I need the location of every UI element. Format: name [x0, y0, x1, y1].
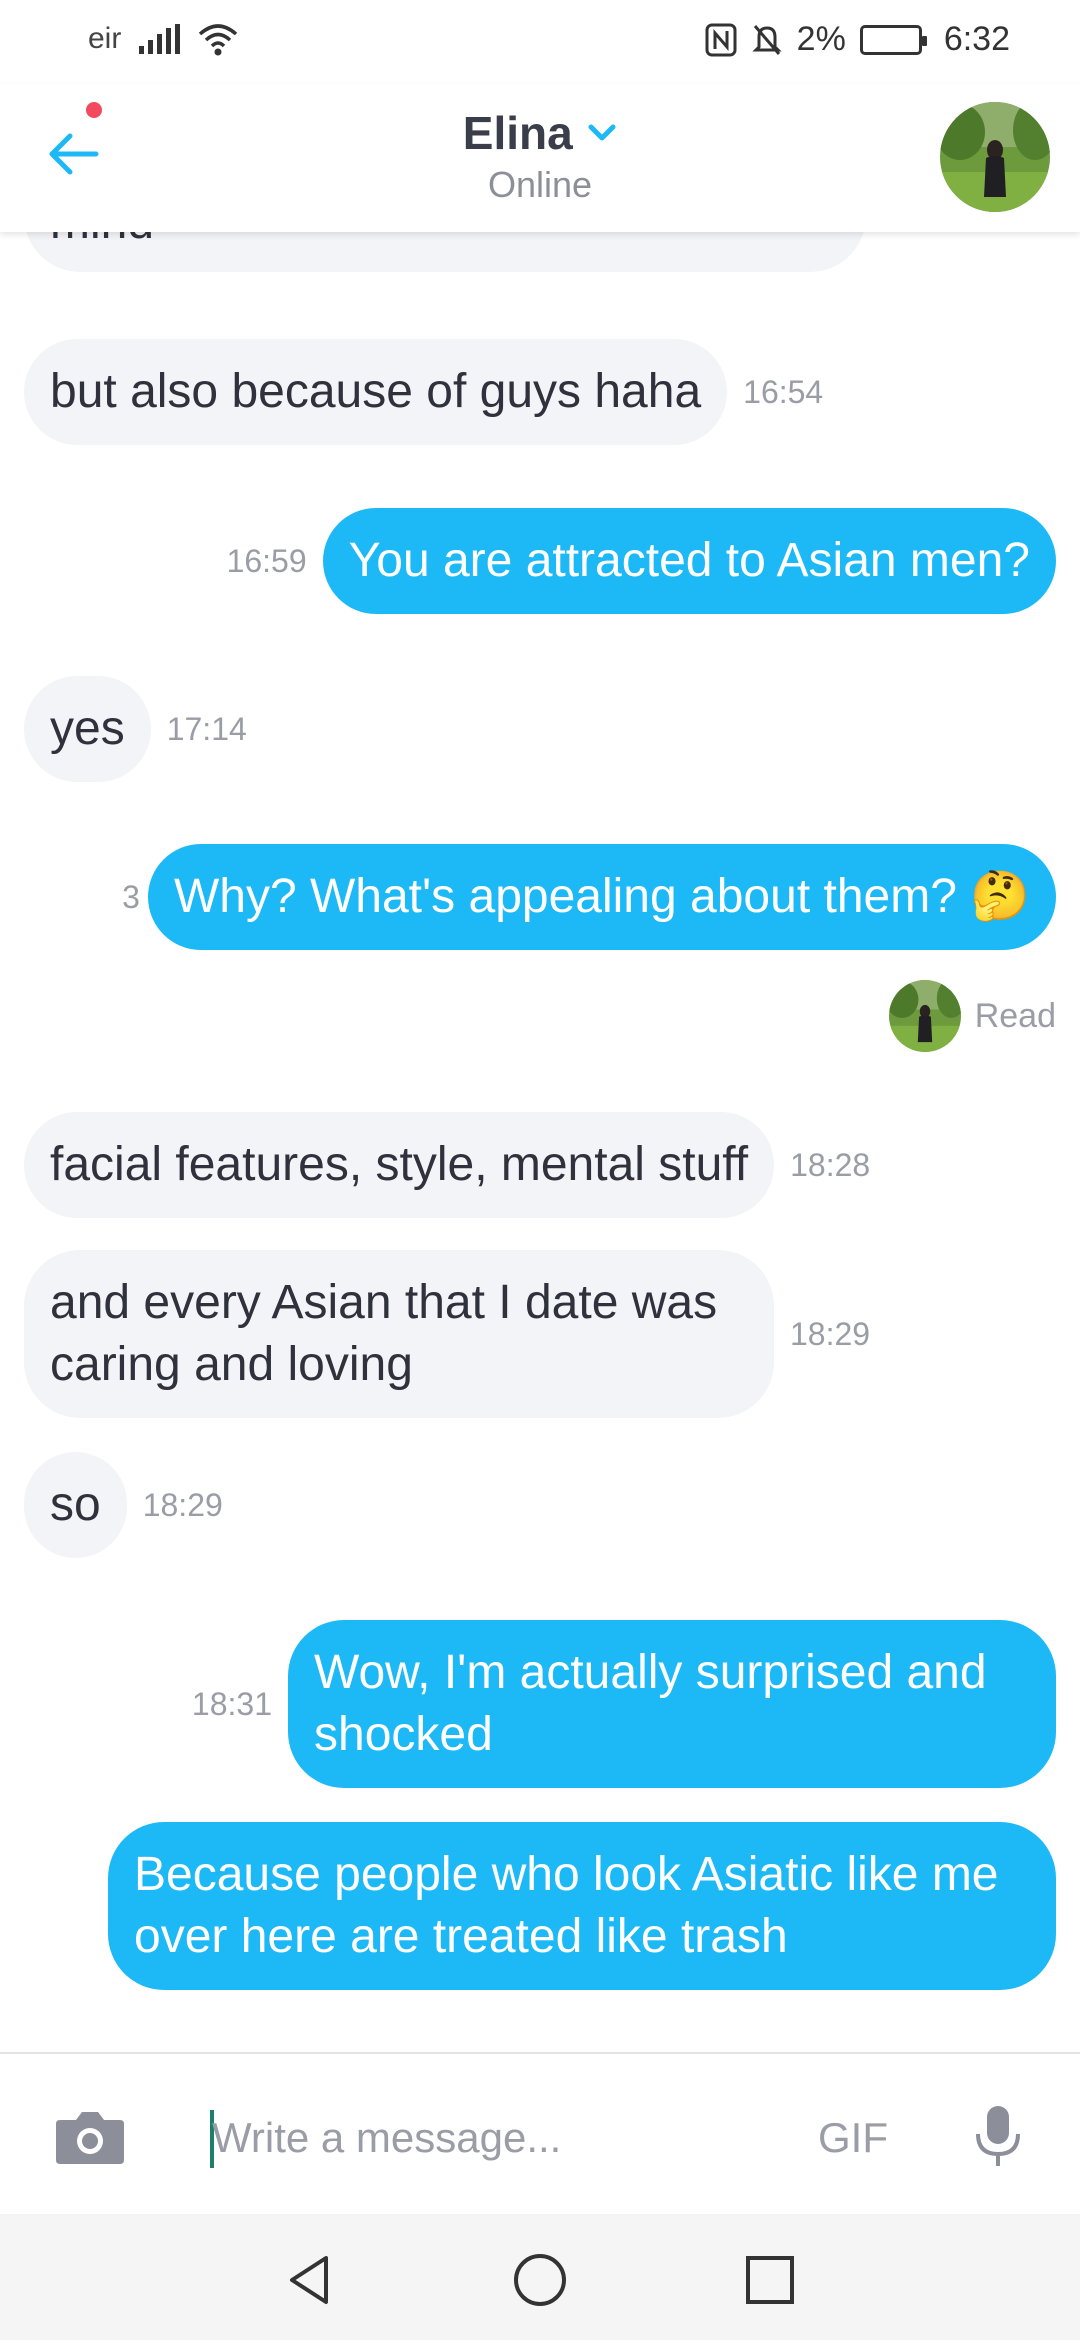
message-bubble[interactable]: Why? What's appealing about them? 🤔: [147, 844, 1056, 950]
message-bubble[interactable]: and every Asian that I date was caring a…: [24, 1250, 774, 1418]
message-outgoing: 3 Why? What's appealing about them? 🤔: [114, 844, 1056, 950]
avatar: [888, 980, 961, 1052]
battery-percent: 2%: [796, 20, 846, 58]
message-incoming: mind: [24, 232, 866, 272]
chat-header: Elina Online: [0, 84, 1080, 232]
message-text: and every Asian that I date was caring a…: [50, 1276, 718, 1391]
carrier-label: eir: [88, 22, 122, 55]
message-bubble[interactable]: so: [24, 1452, 127, 1558]
message-incoming: but also because of guys haha 16:54: [24, 339, 839, 445]
contact-name[interactable]: Elina: [463, 106, 573, 160]
chevron-down-icon[interactable]: [587, 121, 617, 145]
message-outgoing: 18:31 Wow, I'm actually surprised and sh…: [176, 1620, 1056, 1788]
message-time: 18:28: [790, 1146, 871, 1183]
clock: 6:32: [943, 20, 1010, 58]
message-list[interactable]: mind but also because of guys haha 16:54…: [0, 232, 1080, 2052]
message-bubble[interactable]: You are attracted to Asian men?: [322, 508, 1056, 614]
status-bar: eir 2% 6:32: [0, 0, 1080, 84]
wifi-icon: [199, 24, 238, 56]
message-text: Because people who look Asiatic like me …: [134, 1848, 999, 1963]
nav-back-icon[interactable]: [282, 2252, 338, 2308]
message-text: but also because of guys haha: [50, 365, 702, 418]
message-text: mind: [50, 232, 154, 249]
message-time: 18:29: [790, 1315, 871, 1352]
read-label: Read: [974, 996, 1056, 1035]
message-time: 18:31: [191, 1685, 272, 1722]
message-incoming: yes 17:14: [24, 676, 263, 782]
microphone-icon[interactable]: [972, 2104, 1024, 2170]
message-bubble[interactable]: Because people who look Asiatic like me …: [108, 1822, 1056, 1990]
message-time: 3: [122, 878, 140, 915]
message-text: yes: [50, 702, 125, 755]
status-left: eir: [88, 22, 238, 56]
contact-status: Online: [487, 164, 593, 205]
message-text: Why? What's appealing about them? 🤔: [173, 870, 1030, 923]
message-time: 16:54: [743, 373, 824, 410]
message-input[interactable]: [212, 2106, 772, 2170]
message-text: You are attracted to Asian men?: [348, 534, 1030, 587]
message-text: so: [50, 1478, 101, 1531]
contact-title[interactable]: Elina Online: [0, 106, 1080, 206]
bell-off-icon: [752, 24, 782, 55]
message-incoming: and every Asian that I date was caring a…: [24, 1250, 886, 1418]
message-time: 18:29: [142, 1486, 223, 1523]
nav-recents-icon[interactable]: [742, 2252, 798, 2308]
message-text: facial features, style, mental stuff: [50, 1138, 749, 1191]
message-incoming: so 18:29: [24, 1452, 239, 1558]
avatar[interactable]: [940, 102, 1050, 212]
nav-home-icon[interactable]: [512, 2252, 568, 2308]
message-bubble[interactable]: Wow, I'm actually surprised and shocked: [288, 1620, 1056, 1788]
message-composer: GIF: [0, 2052, 1080, 2214]
message-bubble[interactable]: mind: [24, 232, 866, 272]
camera-icon[interactable]: [54, 2106, 126, 2166]
signal-icon: [139, 24, 181, 54]
message-bubble[interactable]: yes: [24, 676, 151, 782]
nfc-icon: [705, 23, 737, 56]
message-outgoing: 16:59 You are attracted to Asian men?: [211, 508, 1056, 614]
battery-icon: [859, 24, 927, 55]
status-right: 2% 6:32: [705, 20, 1010, 59]
read-receipt: Read: [888, 980, 1056, 1052]
message-time: 16:59: [226, 542, 307, 579]
gif-button[interactable]: GIF: [818, 2114, 888, 2162]
message-outgoing: Because people who look Asiatic like me …: [108, 1822, 1056, 1990]
message-bubble[interactable]: but also because of guys haha: [24, 339, 728, 445]
navigation-bar: [0, 2214, 1080, 2340]
message-bubble[interactable]: facial features, style, mental stuff: [24, 1112, 775, 1218]
message-text: Wow, I'm actually surprised and shocked: [314, 1646, 987, 1761]
message-incoming: facial features, style, mental stuff 18:…: [24, 1112, 886, 1218]
message-time: 17:14: [166, 710, 247, 747]
